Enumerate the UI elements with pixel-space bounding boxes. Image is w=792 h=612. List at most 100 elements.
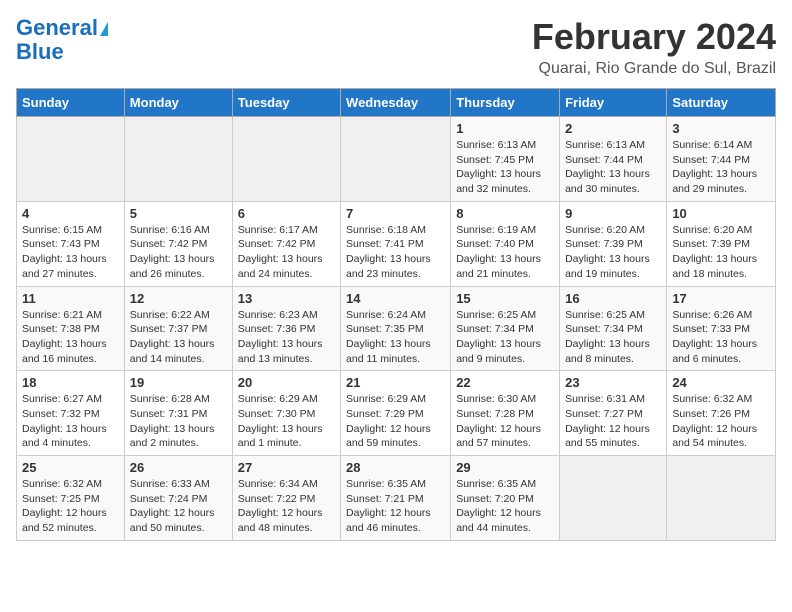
header-monday: Monday xyxy=(124,89,232,117)
week-row-1: 4 Sunrise: 6:15 AM Sunset: 7:43 PM Daylig… xyxy=(17,201,776,286)
calendar-table: SundayMondayTuesdayWednesdayThursdayFrid… xyxy=(16,88,776,541)
day-number: 9 xyxy=(565,206,661,221)
day-info: Sunrise: 6:31 AM Sunset: 7:27 PM Dayligh… xyxy=(565,392,661,451)
week-row-4: 25Sunrise: 6:32 AM Sunset: 7:25 PM Dayli… xyxy=(17,456,776,541)
day-info: Sunrise: 6:16 AM Sunset: 7:42 PM Dayligh… xyxy=(130,223,227,282)
calendar-cell xyxy=(341,117,451,202)
day-number: 10 xyxy=(672,206,770,221)
day-number: 13 xyxy=(238,291,335,306)
calendar-cell: 24 Sunrise: 6:32 AM Sunset: 7:26 PM Dayli… xyxy=(667,371,776,456)
calendar-body: 1 Sunrise: 6:13 AM Sunset: 7:45 PM Daylig… xyxy=(17,117,776,541)
calendar-cell: 2Sunrise: 6:13 AM Sunset: 7:44 PM Daylig… xyxy=(560,117,667,202)
day-number: 3 xyxy=(672,121,770,136)
header-tuesday: Tuesday xyxy=(232,89,340,117)
day-info: Sunrise: 6:29 AM Sunset: 7:30 PM Dayligh… xyxy=(238,392,335,451)
day-number: 19 xyxy=(130,375,227,390)
day-info: Sunrise: 6:34 AM Sunset: 7:22 PM Dayligh… xyxy=(238,477,335,536)
day-info: Sunrise: 6:19 AM Sunset: 7:40 PM Dayligh… xyxy=(456,223,554,282)
day-info: Sunrise: 6:13 AM Sunset: 7:45 PM Dayligh… xyxy=(456,138,554,197)
header-sunday: Sunday xyxy=(17,89,125,117)
calendar-cell: 16 Sunrise: 6:25 AM Sunset: 7:34 PM Dayli… xyxy=(560,286,667,371)
calendar-cell: 6Sunrise: 6:17 AM Sunset: 7:42 PM Daylig… xyxy=(232,201,340,286)
calendar-title: February 2024 xyxy=(532,16,776,58)
day-number: 27 xyxy=(238,460,335,475)
calendar-cell: 5 Sunrise: 6:16 AM Sunset: 7:42 PM Daylig… xyxy=(124,201,232,286)
day-number: 26 xyxy=(130,460,227,475)
week-row-3: 18 Sunrise: 6:27 AM Sunset: 7:32 PM Dayli… xyxy=(17,371,776,456)
day-number: 21 xyxy=(346,375,445,390)
day-info: Sunrise: 6:13 AM Sunset: 7:44 PM Dayligh… xyxy=(565,138,661,197)
day-number: 11 xyxy=(22,291,119,306)
day-number: 28 xyxy=(346,460,445,475)
day-info: Sunrise: 6:35 AM Sunset: 7:21 PM Dayligh… xyxy=(346,477,445,536)
calendar-cell xyxy=(124,117,232,202)
calendar-cell xyxy=(232,117,340,202)
day-number: 29 xyxy=(456,460,554,475)
calendar-cell: 11 Sunrise: 6:21 AM Sunset: 7:38 PM Dayli… xyxy=(17,286,125,371)
calendar-cell: 7 Sunrise: 6:18 AM Sunset: 7:41 PM Daylig… xyxy=(341,201,451,286)
day-info: Sunrise: 6:23 AM Sunset: 7:36 PM Dayligh… xyxy=(238,308,335,367)
calendar-cell: 9 Sunrise: 6:20 AM Sunset: 7:39 PM Daylig… xyxy=(560,201,667,286)
day-number: 5 xyxy=(130,206,227,221)
day-number: 24 xyxy=(672,375,770,390)
day-number: 7 xyxy=(346,206,445,221)
week-row-0: 1 Sunrise: 6:13 AM Sunset: 7:45 PM Daylig… xyxy=(17,117,776,202)
calendar-cell xyxy=(17,117,125,202)
day-info: Sunrise: 6:22 AM Sunset: 7:37 PM Dayligh… xyxy=(130,308,227,367)
day-info: Sunrise: 6:30 AM Sunset: 7:28 PM Dayligh… xyxy=(456,392,554,451)
calendar-cell: 3Sunrise: 6:14 AM Sunset: 7:44 PM Daylig… xyxy=(667,117,776,202)
day-info: Sunrise: 6:27 AM Sunset: 7:32 PM Dayligh… xyxy=(22,392,119,451)
calendar-header-row: SundayMondayTuesdayWednesdayThursdayFrid… xyxy=(17,89,776,117)
calendar-cell: 8 Sunrise: 6:19 AM Sunset: 7:40 PM Daylig… xyxy=(451,201,560,286)
calendar-cell: 25Sunrise: 6:32 AM Sunset: 7:25 PM Dayli… xyxy=(17,456,125,541)
day-info: Sunrise: 6:25 AM Sunset: 7:34 PM Dayligh… xyxy=(565,308,661,367)
day-info: Sunrise: 6:24 AM Sunset: 7:35 PM Dayligh… xyxy=(346,308,445,367)
day-info: Sunrise: 6:33 AM Sunset: 7:24 PM Dayligh… xyxy=(130,477,227,536)
calendar-cell: 26 Sunrise: 6:33 AM Sunset: 7:24 PM Dayli… xyxy=(124,456,232,541)
header-thursday: Thursday xyxy=(451,89,560,117)
header-wednesday: Wednesday xyxy=(341,89,451,117)
title-area: February 2024 Quarai, Rio Grande do Sul,… xyxy=(532,16,776,78)
logo-line1: General xyxy=(16,16,108,40)
calendar-cell xyxy=(667,456,776,541)
header-friday: Friday xyxy=(560,89,667,117)
page-header: General Blue February 2024 Quarai, Rio G… xyxy=(16,16,776,78)
calendar-cell: 29 Sunrise: 6:35 AM Sunset: 7:20 PM Dayli… xyxy=(451,456,560,541)
day-number: 12 xyxy=(130,291,227,306)
calendar-subtitle: Quarai, Rio Grande do Sul, Brazil xyxy=(532,60,776,78)
day-number: 15 xyxy=(456,291,554,306)
day-info: Sunrise: 6:29 AM Sunset: 7:29 PM Dayligh… xyxy=(346,392,445,451)
day-number: 20 xyxy=(238,375,335,390)
day-number: 8 xyxy=(456,206,554,221)
day-info: Sunrise: 6:32 AM Sunset: 7:25 PM Dayligh… xyxy=(22,477,119,536)
day-info: Sunrise: 6:17 AM Sunset: 7:42 PM Dayligh… xyxy=(238,223,335,282)
calendar-cell: 12 Sunrise: 6:22 AM Sunset: 7:37 PM Dayli… xyxy=(124,286,232,371)
logo: General Blue xyxy=(16,16,108,64)
calendar-cell: 1 Sunrise: 6:13 AM Sunset: 7:45 PM Daylig… xyxy=(451,117,560,202)
day-number: 18 xyxy=(22,375,119,390)
day-info: Sunrise: 6:15 AM Sunset: 7:43 PM Dayligh… xyxy=(22,223,119,282)
calendar-cell: 21 Sunrise: 6:29 AM Sunset: 7:29 PM Dayli… xyxy=(341,371,451,456)
calendar-cell: 13 Sunrise: 6:23 AM Sunset: 7:36 PM Dayli… xyxy=(232,286,340,371)
calendar-cell xyxy=(560,456,667,541)
day-info: Sunrise: 6:18 AM Sunset: 7:41 PM Dayligh… xyxy=(346,223,445,282)
calendar-cell: 14 Sunrise: 6:24 AM Sunset: 7:35 PM Dayli… xyxy=(341,286,451,371)
day-number: 4 xyxy=(22,206,119,221)
calendar-cell: 18 Sunrise: 6:27 AM Sunset: 7:32 PM Dayli… xyxy=(17,371,125,456)
calendar-cell: 19Sunrise: 6:28 AM Sunset: 7:31 PM Dayli… xyxy=(124,371,232,456)
week-row-2: 11 Sunrise: 6:21 AM Sunset: 7:38 PM Dayli… xyxy=(17,286,776,371)
day-info: Sunrise: 6:20 AM Sunset: 7:39 PM Dayligh… xyxy=(565,223,661,282)
calendar-cell: 4 Sunrise: 6:15 AM Sunset: 7:43 PM Daylig… xyxy=(17,201,125,286)
calendar-cell: 17Sunrise: 6:26 AM Sunset: 7:33 PM Dayli… xyxy=(667,286,776,371)
calendar-cell: 23Sunrise: 6:31 AM Sunset: 7:27 PM Dayli… xyxy=(560,371,667,456)
day-number: 17 xyxy=(672,291,770,306)
day-info: Sunrise: 6:35 AM Sunset: 7:20 PM Dayligh… xyxy=(456,477,554,536)
day-number: 16 xyxy=(565,291,661,306)
day-info: Sunrise: 6:32 AM Sunset: 7:26 PM Dayligh… xyxy=(672,392,770,451)
calendar-cell: 27 Sunrise: 6:34 AM Sunset: 7:22 PM Dayli… xyxy=(232,456,340,541)
day-info: Sunrise: 6:20 AM Sunset: 7:39 PM Dayligh… xyxy=(672,223,770,282)
day-number: 22 xyxy=(456,375,554,390)
day-info: Sunrise: 6:21 AM Sunset: 7:38 PM Dayligh… xyxy=(22,308,119,367)
day-number: 1 xyxy=(456,121,554,136)
day-number: 14 xyxy=(346,291,445,306)
